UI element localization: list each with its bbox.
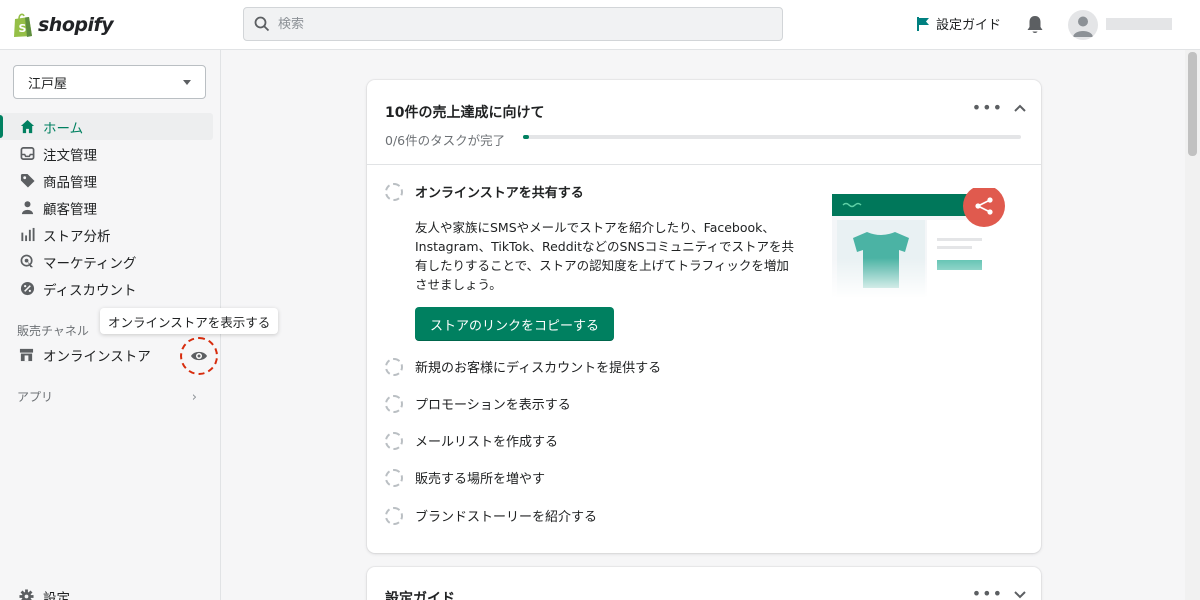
sidebar-item-settings[interactable]: 設定 — [0, 583, 213, 600]
task-label: メールリストを作成する — [415, 435, 559, 450]
store-name: 江戸屋 — [28, 76, 68, 92]
eye-icon — [191, 351, 207, 361]
tag-icon — [19, 173, 35, 189]
task-label: ブランドストーリーを紹介する — [415, 510, 598, 525]
analytics-icon — [19, 227, 35, 243]
card-title: 設定ガイド — [385, 591, 455, 600]
svg-text:S: S — [19, 22, 27, 35]
task-item[interactable]: オンラインストアを共有する — [385, 182, 584, 201]
copy-store-link-button[interactable]: ストアのリンクをコピーする — [415, 307, 614, 341]
task-label: オンラインストアを共有する — [415, 186, 584, 201]
store-selector[interactable]: 江戸屋 — [13, 65, 206, 99]
chevron-up-icon[interactable] — [1013, 103, 1027, 113]
sidebar-item-apps[interactable]: アプリ › — [0, 383, 213, 409]
incomplete-circle-icon — [385, 357, 403, 376]
sales-goal-card: 10件の売上達成に向けて 0/6件のタスクが完了 ••• オンラインストアを共有… — [367, 80, 1041, 553]
task-description: 友人や家族にSMSやメールでストアを紹介したり、Facebook、Instagr… — [415, 220, 794, 292]
more-actions-icon[interactable]: ••• — [972, 100, 1003, 116]
sidebar-item-label: 顧客管理 — [43, 201, 97, 218]
user-icon — [1073, 16, 1093, 37]
search-input[interactable] — [278, 16, 758, 32]
incomplete-circle-icon — [385, 182, 403, 201]
home-icon — [19, 119, 35, 135]
setup-guide-button[interactable]: 設定ガイド — [916, 14, 1001, 33]
view-online-store-button[interactable] — [180, 337, 218, 375]
top-bar: S shopify 設定ガイド — [0, 0, 1200, 50]
chevron-down-icon[interactable] — [1013, 589, 1027, 599]
incomplete-circle-icon — [385, 468, 403, 487]
card-actions: ••• — [972, 100, 1027, 116]
task-label: プロモーションを表示する — [415, 398, 571, 413]
incomplete-circle-icon — [385, 506, 403, 525]
chevron-right-icon: › — [191, 390, 197, 405]
divider — [367, 164, 1041, 165]
task-item[interactable]: プロモーションを表示する — [385, 394, 571, 413]
sidebar-item-label: ホーム — [43, 120, 84, 137]
search-bar[interactable] — [243, 7, 783, 41]
sidebar-item-label: 注文管理 — [43, 147, 97, 164]
task-item[interactable]: 新規のお客様にディスカウントを提供する — [385, 357, 661, 376]
share-store-illustration — [827, 188, 1012, 298]
progress-bar — [523, 135, 1021, 139]
task-label: 販売する場所を増やす — [415, 472, 546, 487]
logo-text: shopify — [38, 14, 114, 36]
person-icon — [19, 200, 35, 216]
bell-icon[interactable] — [1025, 14, 1045, 36]
task-label: 新規のお客様にディスカウントを提供する — [415, 361, 662, 376]
setup-guide-label: 設定ガイド — [936, 18, 1002, 33]
setup-guide-card: 設定ガイド ••• — [367, 567, 1041, 600]
incomplete-circle-icon — [385, 431, 403, 450]
sidebar: 江戸屋 ホーム 注文管理 商品管理 顧客管理 ストア分析 マーケティング ディス… — [0, 50, 279, 600]
main-nav: ホーム 注文管理 商品管理 顧客管理 ストア分析 マーケティング ディスカウント — [0, 113, 213, 302]
sidebar-item-label: 商品管理 — [43, 174, 97, 191]
sidebar-item-marketing[interactable]: マーケティング — [0, 248, 213, 275]
page-scrollbar[interactable] — [1185, 50, 1200, 600]
sidebar-item-label: ストア分析 — [43, 228, 111, 245]
caret-down-icon — [183, 80, 191, 85]
sales-channels-heading: 販売チャネル — [17, 324, 89, 338]
settings-label: 設定 — [43, 590, 70, 600]
progress-text: 0/6件のタスクが完了 — [385, 133, 506, 148]
sidebar-item-discounts[interactable]: ディスカウント — [0, 275, 213, 302]
sidebar-item-label: マーケティング — [43, 255, 137, 272]
flag-icon — [917, 16, 929, 31]
incomplete-circle-icon — [385, 394, 403, 413]
scrollbar-thumb[interactable] — [1188, 52, 1197, 156]
task-item[interactable]: ブランドストーリーを紹介する — [385, 506, 597, 525]
sidebar-item-products[interactable]: 商品管理 — [0, 167, 213, 194]
sidebar-item-label: ディスカウント — [43, 282, 137, 299]
apps-label: アプリ — [17, 389, 54, 404]
avatar[interactable] — [1068, 10, 1098, 40]
task-item[interactable]: メールリストを作成する — [385, 431, 558, 450]
tooltip: オンラインストアを表示する — [100, 308, 279, 334]
store-icon — [19, 347, 35, 363]
inbox-icon — [19, 146, 35, 162]
shopify-bag-icon: S — [14, 13, 32, 37]
discount-icon — [19, 281, 35, 297]
shopify-logo[interactable]: S shopify — [12, 10, 114, 40]
online-store-label: オンラインストア — [43, 348, 151, 365]
more-actions-icon[interactable]: ••• — [972, 586, 1003, 600]
sidebar-item-analytics[interactable]: ストア分析 — [0, 221, 213, 248]
username-placeholder — [1106, 18, 1172, 30]
search-icon — [254, 16, 270, 32]
card-title: 10件の売上達成に向けて — [385, 105, 545, 121]
task-item[interactable]: 販売する場所を増やす — [385, 468, 545, 487]
gear-icon — [19, 588, 35, 600]
progress-fill — [523, 135, 529, 139]
card-actions: ••• — [972, 586, 1027, 600]
sidebar-item-home[interactable]: ホーム — [0, 113, 213, 140]
sidebar-item-customers[interactable]: 顧客管理 — [0, 194, 213, 221]
sidebar-item-orders[interactable]: 注文管理 — [0, 140, 213, 167]
target-icon — [19, 254, 35, 270]
